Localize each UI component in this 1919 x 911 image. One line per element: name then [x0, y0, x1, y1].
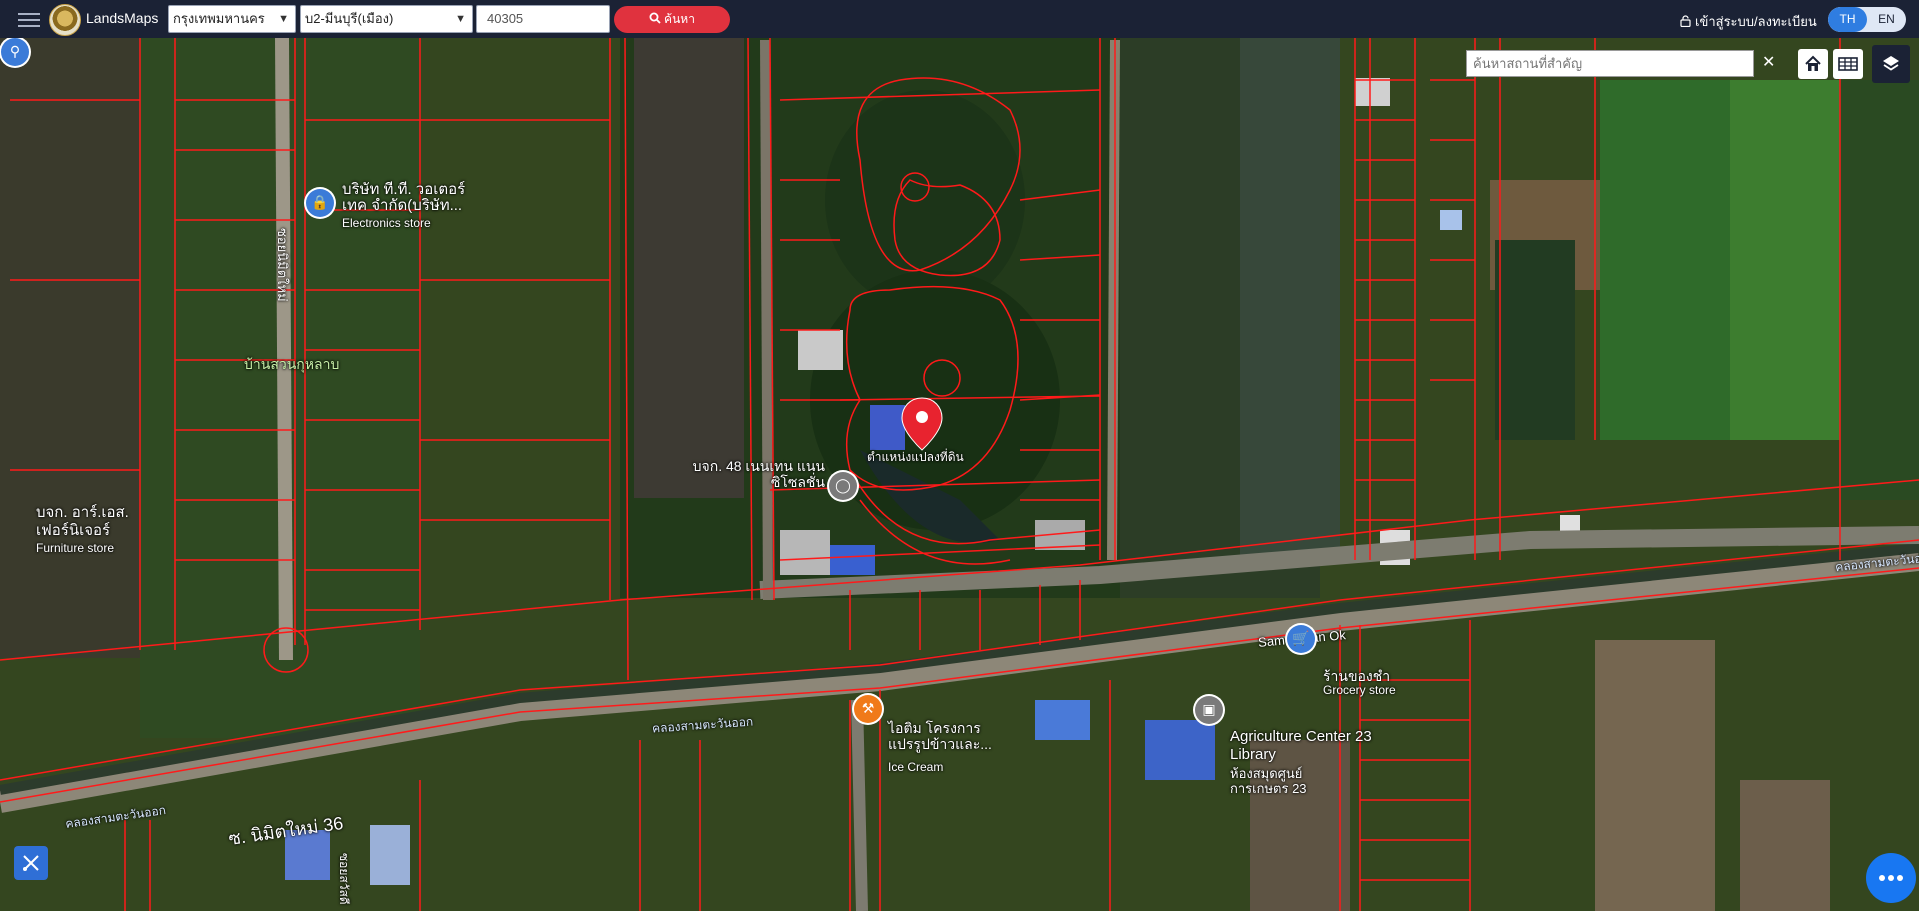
restaurant-icon[interactable]: ⚒ — [854, 695, 882, 723]
layers-icon — [1883, 56, 1899, 71]
chevron-down-icon: ▼ — [278, 13, 289, 25]
village-label: บ้านสวนกุหลาบ — [244, 356, 340, 372]
lang-th-button[interactable]: TH — [1828, 7, 1867, 32]
ice-cream-type: Ice Cream — [888, 760, 944, 774]
soi-vertical-label: ซอยนิมิตใหม่ — [275, 228, 290, 302]
library-name: Agriculture Center 23 Library — [1230, 728, 1372, 763]
district-value: บ2-มีนบุรี(เมือง) — [305, 11, 394, 26]
parcel-number-input[interactable]: 40305 — [476, 5, 610, 33]
library-thai-label: ห้องสมุดศูนย์ การเกษตร 23 — [1230, 766, 1307, 796]
company-48-label: บจก. 48 เนนเทน แนนซิโซลชั่น — [692, 458, 825, 490]
more-dots-icon — [1879, 875, 1903, 881]
landsmaps-logo — [49, 4, 81, 36]
building-icon[interactable]: ◯ — [829, 472, 857, 500]
shopping-bag-icon[interactable]: 🔒 — [306, 189, 334, 217]
login-link[interactable]: เข้าสู่ระบบ/ลงทะเบียน — [1680, 11, 1817, 32]
tools-button[interactable] — [14, 846, 48, 880]
electronics-store-name: บริษัท ที.ที. วอเตอร์ เทค จำกัด(บริษัท..… — [342, 181, 466, 214]
layers-button[interactable] — [1872, 45, 1910, 83]
parcel-marker-label: ตำแหน่งแปลงที่ดิน — [867, 450, 964, 464]
home-button[interactable] — [1798, 49, 1828, 79]
search-button-label: ค้นหา — [664, 12, 695, 26]
place-search-input[interactable] — [1466, 50, 1754, 77]
top-bar: LandsMaps กรุงเทพมหานคร ▼ บ2-มีนบุรี(เมื… — [0, 0, 1919, 38]
province-value: กรุงเทพมหานคร — [173, 11, 265, 26]
chevron-down-icon: ▼ — [455, 13, 466, 25]
login-label: เข้าสู่ระบบ/ลงทะเบียน — [1695, 14, 1817, 29]
brand-title: LandsMaps — [86, 10, 159, 26]
furniture-store-name: บจก. อาร์.เอส. เฟอร์นิเจอร์ — [36, 504, 129, 539]
grid-icon — [1838, 57, 1858, 71]
grocery-store-type: Grocery store — [1323, 683, 1396, 697]
library-icon[interactable]: ▣ — [1195, 696, 1223, 724]
chat-button[interactable] — [1866, 853, 1916, 903]
menu-icon[interactable] — [18, 10, 40, 28]
home-icon — [1805, 55, 1821, 71]
ice-cream-name: ไอติม โครงการ แปรรูปข้าวและ... — [888, 720, 992, 752]
tools-icon — [23, 855, 39, 871]
search-button[interactable]: ค้นหา — [614, 6, 730, 33]
parcel-number-value: 40305 — [487, 11, 524, 26]
search-icon — [649, 12, 661, 24]
cart-icon[interactable]: 🛒 — [1287, 625, 1315, 653]
shopping-cart-icon[interactable]: ⚲ — [1, 38, 29, 66]
language-toggle: TH EN — [1828, 7, 1906, 32]
province-select[interactable]: กรุงเทพมหานคร ▼ — [168, 5, 296, 33]
lock-icon — [1680, 15, 1691, 28]
electronics-store-type: Electronics store — [342, 216, 431, 230]
district-select[interactable]: บ2-มีนบุรี(เมือง) ▼ — [300, 5, 473, 33]
soi-lower-label: ซอยสวัสดี — [337, 853, 351, 905]
map-canvas — [0, 38, 1919, 911]
furniture-store-type: Furniture store — [36, 541, 115, 555]
satellite-map[interactable]: ตำแหน่งแปลงที่ดิน บริษัท ที.ที. วอเตอร์ … — [0, 38, 1919, 911]
close-icon[interactable]: ✕ — [1762, 52, 1775, 71]
grid-button[interactable] — [1833, 49, 1863, 79]
lang-en-button[interactable]: EN — [1867, 7, 1906, 32]
